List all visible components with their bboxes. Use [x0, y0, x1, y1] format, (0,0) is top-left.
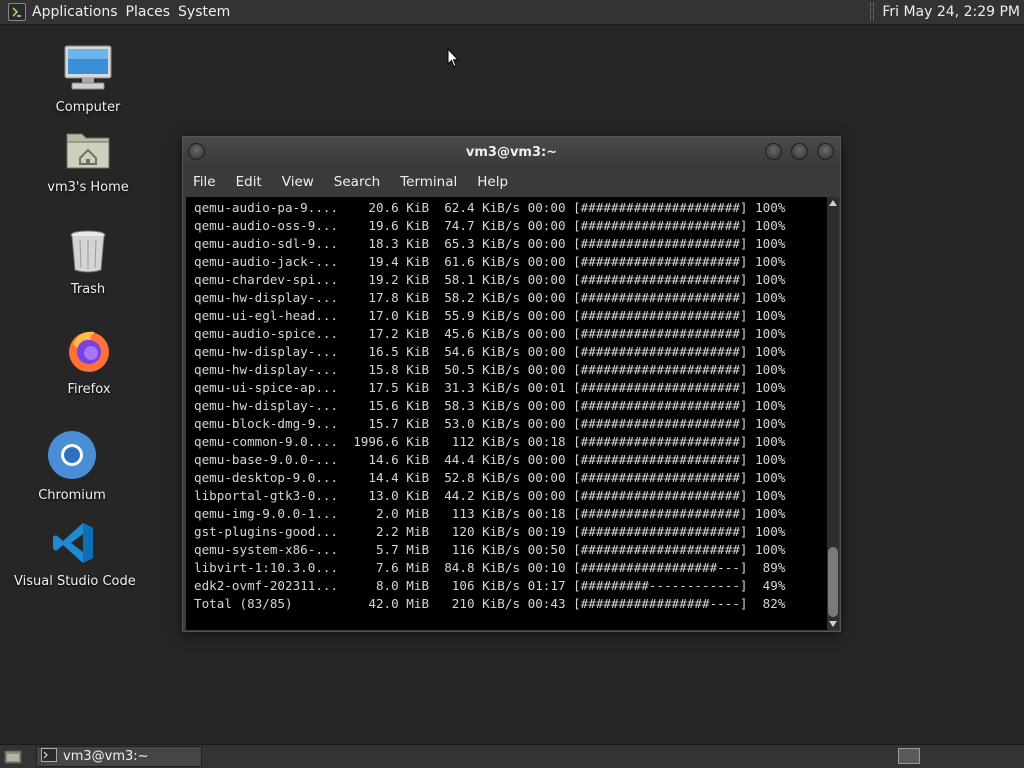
- menu-view[interactable]: View: [272, 174, 324, 190]
- desktop-icon-label: vm3's Home: [47, 180, 129, 195]
- terminal-line: qemu-audio-spice... 17.2 KiB 45.6 KiB/s …: [194, 326, 786, 341]
- desktop-icon-label: Visual Studio Code: [14, 574, 136, 589]
- desktop-icon-label: Firefox: [67, 382, 111, 397]
- terminal-line: qemu-hw-display-... 17.8 KiB 58.2 KiB/s …: [194, 290, 786, 305]
- desktop-icon-firefox[interactable]: Firefox: [49, 326, 129, 397]
- terminal-line: edk2-ovmf-202311... 8.0 MiB 106 KiB/s 01…: [194, 578, 786, 593]
- terminal-line: libvirt-1:10.3.0... 7.6 MiB 84.8 KiB/s 0…: [194, 560, 786, 575]
- terminal-line: qemu-audio-oss-9... 19.6 KiB 74.7 KiB/s …: [194, 218, 786, 233]
- desktop-icon-home[interactable]: vm3's Home: [40, 128, 136, 195]
- terminal-line: qemu-audio-pa-9.... 20.6 KiB 62.4 KiB/s …: [194, 200, 786, 215]
- close-button[interactable]: [817, 143, 834, 160]
- terminal-line: qemu-audio-sdl-9... 18.3 KiB 65.3 KiB/s …: [194, 236, 786, 251]
- clock[interactable]: Fri May 24, 2:29 PM: [882, 4, 1020, 20]
- menu-terminal[interactable]: Terminal: [390, 174, 467, 190]
- terminal-line: qemu-ui-spice-ap... 17.5 KiB 31.3 KiB/s …: [194, 380, 786, 395]
- terminal-line: qemu-hw-display-... 15.6 KiB 58.3 KiB/s …: [194, 398, 786, 413]
- desktop-icon-chromium[interactable]: Chromium: [32, 430, 112, 503]
- maximize-button[interactable]: [791, 143, 808, 160]
- firefox-icon: [65, 331, 113, 378]
- window-titlebar[interactable]: vm3@vm3:~: [183, 137, 840, 167]
- show-desktop-icon[interactable]: [2, 747, 24, 767]
- menu-edit[interactable]: Edit: [226, 174, 272, 190]
- vscode-icon: [51, 523, 97, 570]
- bottom-panel: vm3@vm3:~: [0, 744, 1024, 768]
- terminal-line: qemu-common-9.0.... 1996.6 KiB 112 KiB/s…: [194, 434, 786, 449]
- trash-icon: [68, 230, 108, 278]
- terminal-logo-icon[interactable]: [8, 3, 26, 21]
- terminal-line: qemu-hw-display-... 15.8 KiB 50.5 KiB/s …: [194, 362, 786, 377]
- terminal-output[interactable]: qemu-audio-pa-9.... 20.6 KiB 62.4 KiB/s …: [186, 197, 827, 630]
- terminal-line: qemu-audio-jack-... 19.4 KiB 61.6 KiB/s …: [194, 254, 786, 269]
- desktop-icon-trash[interactable]: Trash: [48, 228, 128, 297]
- terminal-line: qemu-desktop-9.0... 14.4 KiB 52.8 KiB/s …: [194, 470, 786, 485]
- terminal-window[interactable]: vm3@vm3:~ File Edit View Search Terminal…: [182, 136, 841, 632]
- terminal-line: Total (83/85) 42.0 MiB 210 KiB/s 00:43 […: [194, 596, 786, 611]
- taskbar-item-terminal[interactable]: vm3@vm3:~: [36, 746, 202, 767]
- menu-search[interactable]: Search: [324, 174, 390, 190]
- window-menu-button[interactable]: [188, 143, 205, 160]
- panel-separator: [870, 3, 875, 21]
- desktop-icon-computer[interactable]: Computer: [48, 44, 128, 115]
- system-menu[interactable]: System: [178, 4, 238, 20]
- workspace-switcher[interactable]: [898, 748, 920, 764]
- scrollbar-thumb[interactable]: [828, 547, 838, 617]
- home-folder-icon: [64, 133, 112, 176]
- terminal-icon: [41, 747, 57, 766]
- chromium-icon: [47, 431, 97, 484]
- terminal-line: qemu-ui-egl-head... 17.0 KiB 55.9 KiB/s …: [194, 308, 786, 323]
- scroll-up-arrow-icon[interactable]: [829, 200, 837, 206]
- window-title: vm3@vm3:~: [465, 144, 558, 160]
- minimize-button[interactable]: [765, 143, 782, 160]
- mouse-pointer-icon: [447, 47, 460, 72]
- terminal-line: qemu-chardev-spi... 19.2 KiB 58.1 KiB/s …: [194, 272, 786, 287]
- desktop-icon-label: Chromium: [38, 488, 106, 503]
- desktop-icon-label: Trash: [70, 282, 106, 297]
- terminal-line: qemu-hw-display-... 16.5 KiB 54.6 KiB/s …: [194, 344, 786, 359]
- terminal-line: libportal-gtk3-0... 13.0 KiB 44.2 KiB/s …: [194, 488, 786, 503]
- computer-icon: [62, 45, 114, 96]
- terminal-line: qemu-block-dmg-9... 15.7 KiB 53.0 KiB/s …: [194, 416, 786, 431]
- terminal-menubar: File Edit View Search Terminal Help: [183, 167, 840, 197]
- menu-help[interactable]: Help: [467, 174, 518, 190]
- desktop-icon-label: Computer: [55, 100, 121, 115]
- applications-menu[interactable]: Applications: [32, 4, 126, 20]
- places-menu[interactable]: Places: [126, 4, 179, 20]
- scroll-down-arrow-icon[interactable]: [829, 621, 837, 627]
- desktop-icon-vscode[interactable]: Visual Studio Code: [14, 520, 136, 589]
- terminal-line: gst-plugins-good... 2.2 MiB 120 KiB/s 00…: [194, 524, 786, 539]
- terminal-line: qemu-system-x86-... 5.7 MiB 116 KiB/s 00…: [194, 542, 786, 557]
- terminal-line: qemu-base-9.0.0-... 14.6 KiB 44.4 KiB/s …: [194, 452, 786, 467]
- menu-file[interactable]: File: [183, 174, 226, 190]
- taskbar-item-label: vm3@vm3:~: [63, 749, 149, 764]
- top-panel: Applications Places System Fri May 24, 2…: [0, 0, 1024, 25]
- terminal-line: qemu-img-9.0.0-1... 2.0 MiB 113 KiB/s 00…: [194, 506, 786, 521]
- terminal-scrollbar[interactable]: [827, 197, 839, 630]
